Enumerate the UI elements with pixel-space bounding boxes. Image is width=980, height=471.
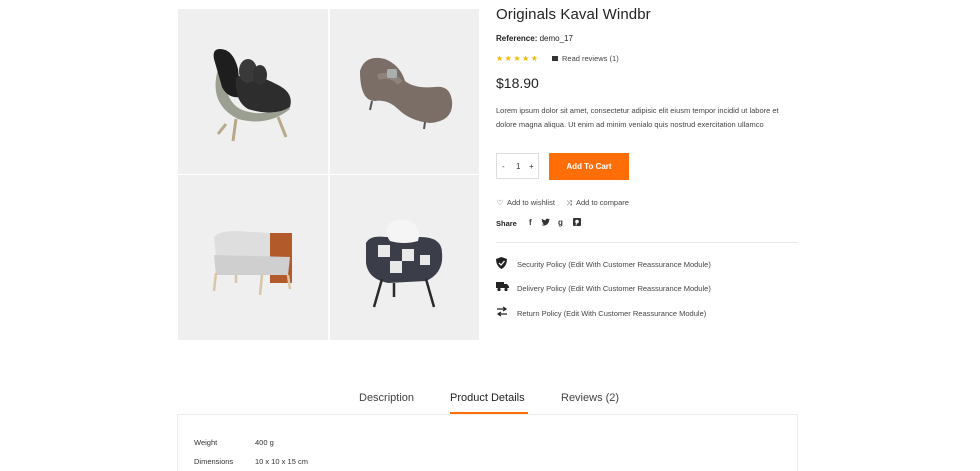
tab-description[interactable]: Description xyxy=(359,392,414,404)
swap-arrows-icon xyxy=(496,306,508,319)
quantity-stepper[interactable]: - 1 + xyxy=(496,153,539,179)
tab-product-details[interactable]: Product Details xyxy=(450,392,525,404)
gallery-image-2-chaise-lounge[interactable] xyxy=(330,9,479,174)
read-reviews-label: Read reviews (1) xyxy=(562,54,619,63)
add-to-wishlist-link[interactable]: ♡ Add to wishlist xyxy=(496,198,555,207)
comment-icon xyxy=(552,56,558,61)
reference-label: Reference: xyxy=(496,34,538,43)
product-title: Originals Kaval Windbr xyxy=(496,6,651,23)
patterned-chair-image xyxy=(366,219,443,308)
detail-key: Dimensions xyxy=(194,457,234,466)
detail-key: Weight xyxy=(194,438,218,447)
add-to-compare-link[interactable]: ⤨ Add to compare xyxy=(565,198,629,208)
detail-value: 400 g xyxy=(255,438,274,447)
google-plus-icon[interactable]: g xyxy=(558,218,563,227)
gallery-image-4-patterned-chair[interactable] xyxy=(330,175,479,340)
rating-stars: ★★★★★ xyxy=(496,54,540,63)
gallery-image-3-armchair[interactable] xyxy=(178,175,328,340)
policy-return-text: Return Policy (Edit With Customer Reassu… xyxy=(517,309,707,318)
product-image-gallery xyxy=(178,9,479,340)
pinterest-icon[interactable] xyxy=(573,218,581,228)
policy-security-text: Security Policy (Edit With Customer Reas… xyxy=(517,260,711,269)
product-tabs: Description Product Details Reviews (2) xyxy=(178,392,798,414)
read-reviews-link[interactable]: Read reviews (1) xyxy=(552,54,619,63)
shield-icon xyxy=(496,257,507,271)
compare-label: Add to compare xyxy=(576,198,629,207)
policy-delivery-text: Delivery Policy (Edit With Customer Reas… xyxy=(517,284,711,293)
heart-icon: ♡ xyxy=(496,200,504,207)
reference-value: demo_17 xyxy=(539,34,573,43)
gallery-image-1-dark-lounge-chair[interactable] xyxy=(178,9,328,174)
quantity-increase-button[interactable]: + xyxy=(529,162,534,171)
product-details-panel: Weight 400 g Dimensions 10 x 10 x 15 cm xyxy=(177,414,798,471)
divider xyxy=(496,242,798,243)
product-description: Lorem ipsum dolor sit amet, consectetur … xyxy=(496,106,779,129)
product-reference: Reference: demo_17 xyxy=(496,34,573,43)
product-price: $18.90 xyxy=(496,75,539,91)
truck-icon xyxy=(496,281,509,294)
twitter-icon[interactable] xyxy=(541,218,550,228)
dark-lounge-chair-image xyxy=(213,49,291,142)
tab-reviews[interactable]: Reviews (2) xyxy=(561,392,619,404)
share-label: Share xyxy=(496,219,517,228)
add-to-cart-button[interactable]: Add To Cart xyxy=(549,153,629,180)
shuffle-icon: ⤨ xyxy=(566,200,572,207)
wishlist-label: Add to wishlist xyxy=(507,198,555,207)
detail-value: 10 x 10 x 15 cm xyxy=(255,457,308,466)
quantity-input[interactable]: 1 xyxy=(516,162,520,171)
facebook-icon[interactable]: f xyxy=(529,218,532,227)
chaise-lounge-image xyxy=(360,57,453,130)
quantity-decrease-button[interactable]: - xyxy=(502,162,505,171)
armchair-image xyxy=(212,231,292,296)
